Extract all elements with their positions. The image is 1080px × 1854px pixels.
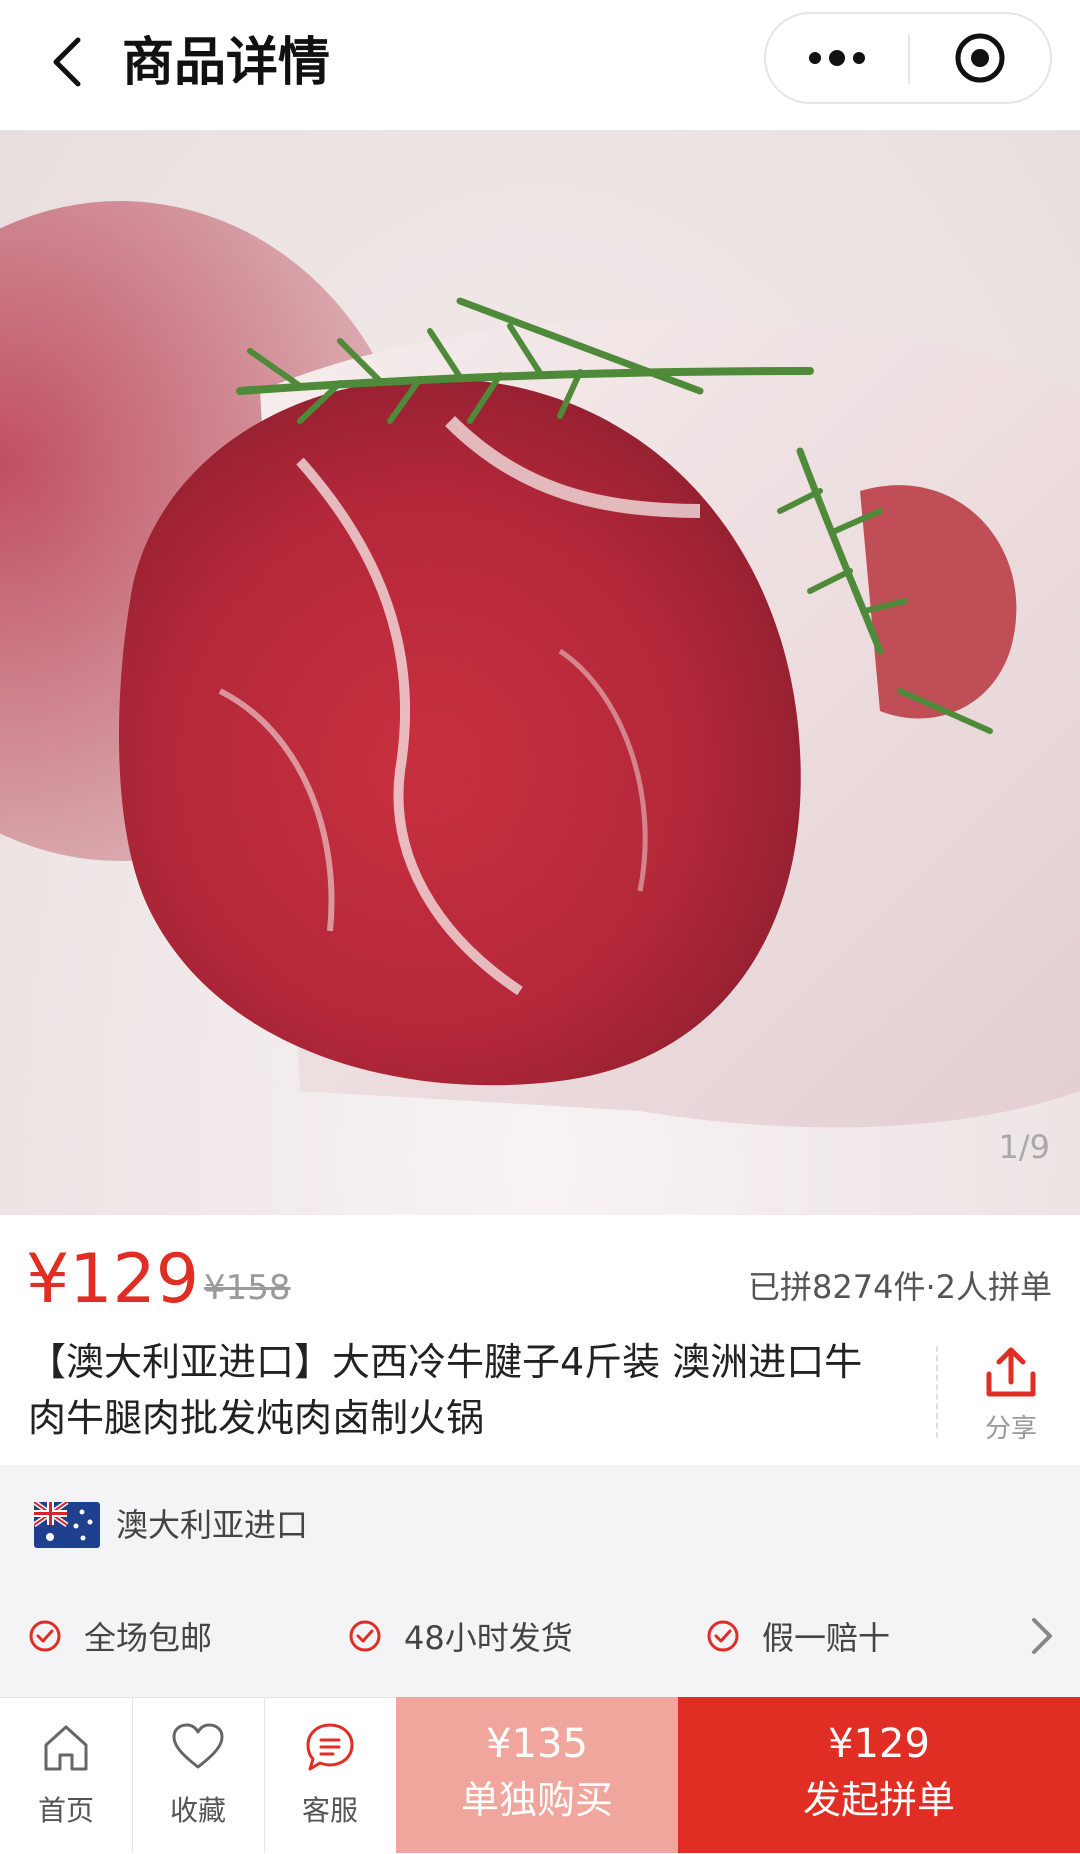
share-button[interactable]: 分享	[958, 1338, 1064, 1448]
australia-flag-icon	[34, 1502, 100, 1548]
nav-favorite-label: 收藏	[169, 1794, 226, 1827]
solo-label: 单独购买	[460, 1778, 613, 1822]
original-price: ¥158	[204, 1268, 291, 1308]
back-button[interactable]	[28, 22, 108, 102]
more-dots-icon	[809, 50, 865, 66]
nav-home-label: 首页	[37, 1794, 94, 1827]
chevron-left-icon	[53, 37, 81, 87]
guarantee-label: 48小时发货	[404, 1619, 573, 1657]
group-buy-price: ¥129	[828, 1721, 930, 1767]
nav-home-button[interactable]: 首页	[0, 1697, 132, 1853]
guarantee-label: 全场包邮	[84, 1619, 213, 1657]
buy-alone-button[interactable]: ¥135 单独购买	[396, 1697, 678, 1853]
share-divider	[936, 1346, 938, 1438]
check-circle-icon	[349, 1620, 381, 1652]
image-pager: 1/9	[998, 1128, 1051, 1166]
guarantee-fake-compensation[interactable]: 假一赔十	[706, 1612, 890, 1660]
start-group-buy-button[interactable]: ¥129 发起拼单	[678, 1697, 1080, 1853]
group-price: ¥129	[26, 1240, 200, 1319]
check-circle-icon	[29, 1620, 61, 1652]
share-icon	[986, 1347, 1036, 1397]
nav-favorite-button[interactable]: 收藏	[132, 1697, 264, 1853]
sales-count: 已拼8274件·2人拼单	[748, 1268, 1052, 1306]
product-title: 【澳大利亚进口】大西冷牛腱子4斤装 澳洲进口牛肉牛腿肉批发炖肉卤制火锅	[28, 1340, 863, 1440]
heart-icon	[172, 1723, 224, 1769]
home-icon	[44, 1725, 88, 1771]
guarantee-free-shipping[interactable]: 全场包邮	[28, 1612, 212, 1660]
solo-price: ¥135	[486, 1721, 588, 1767]
share-label: 分享	[984, 1414, 1037, 1444]
origin-label: 澳大利亚进口	[116, 1506, 309, 1544]
target-circle-icon	[955, 33, 1005, 83]
chevron-right-icon[interactable]	[1026, 1614, 1056, 1658]
guarantee-48h-delivery[interactable]: 48小时发货	[348, 1612, 573, 1660]
close-miniprogram-button[interactable]	[910, 14, 1050, 102]
nav-service-label: 客服	[301, 1794, 358, 1827]
chat-icon	[306, 1723, 354, 1771]
page-title: 商品详情	[122, 33, 331, 93]
guarantee-label: 假一赔十	[762, 1619, 891, 1657]
group-buy-label: 发起拼单	[802, 1778, 955, 1822]
check-circle-icon	[707, 1620, 739, 1652]
more-button[interactable]	[766, 14, 908, 102]
mini-program-capsule	[764, 12, 1052, 104]
product-image[interactable]	[0, 131, 1080, 1215]
service-info-section	[0, 1465, 1080, 1697]
beef-shank-photo	[0, 201, 1080, 1128]
nav-service-button[interactable]: 客服	[264, 1697, 396, 1853]
